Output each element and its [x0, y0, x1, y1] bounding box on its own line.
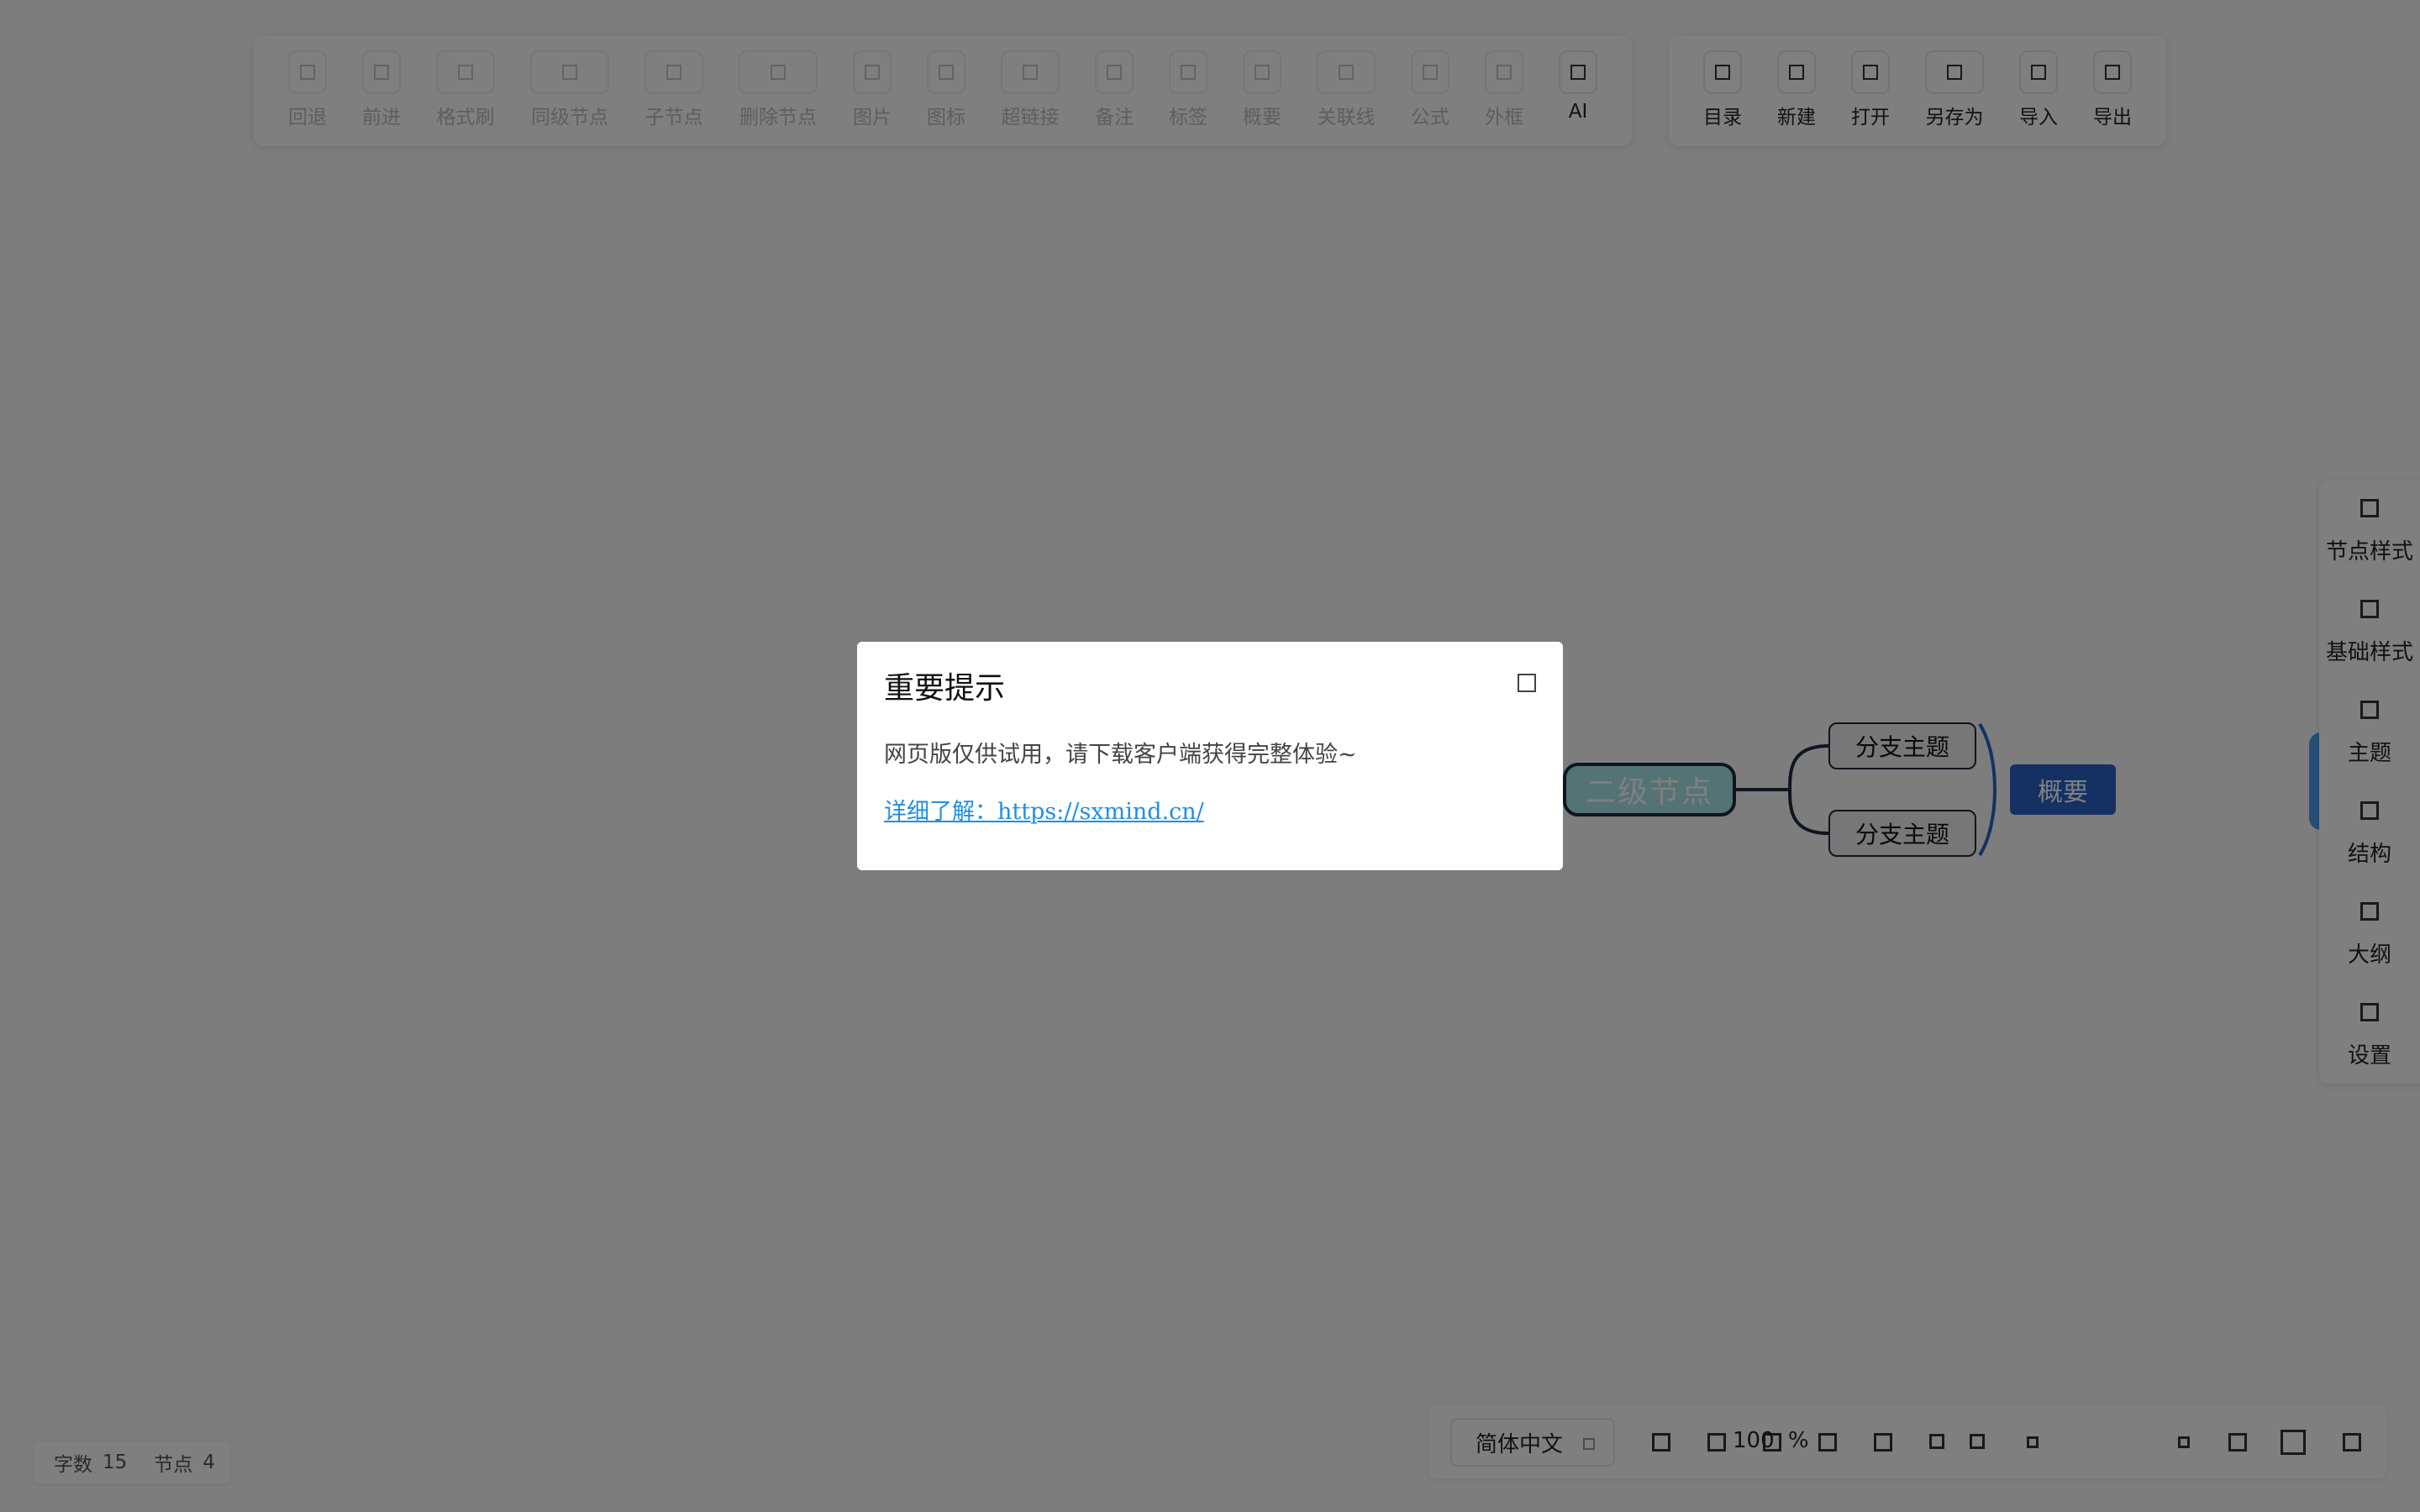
dialog-message: 网页版仅供试用，请下载客户端获得完整体验~ [884, 742, 1357, 768]
notice-dialog: 重要提示 网页版仅供试用，请下载客户端获得完整体验~ 详细了解：https://… [857, 642, 1563, 870]
dialog-title: 重要提示 [884, 671, 1006, 706]
close-icon[interactable] [1518, 674, 1536, 692]
learn-more-link[interactable]: 详细了解：https://sxmind.cn/ [884, 793, 1204, 826]
